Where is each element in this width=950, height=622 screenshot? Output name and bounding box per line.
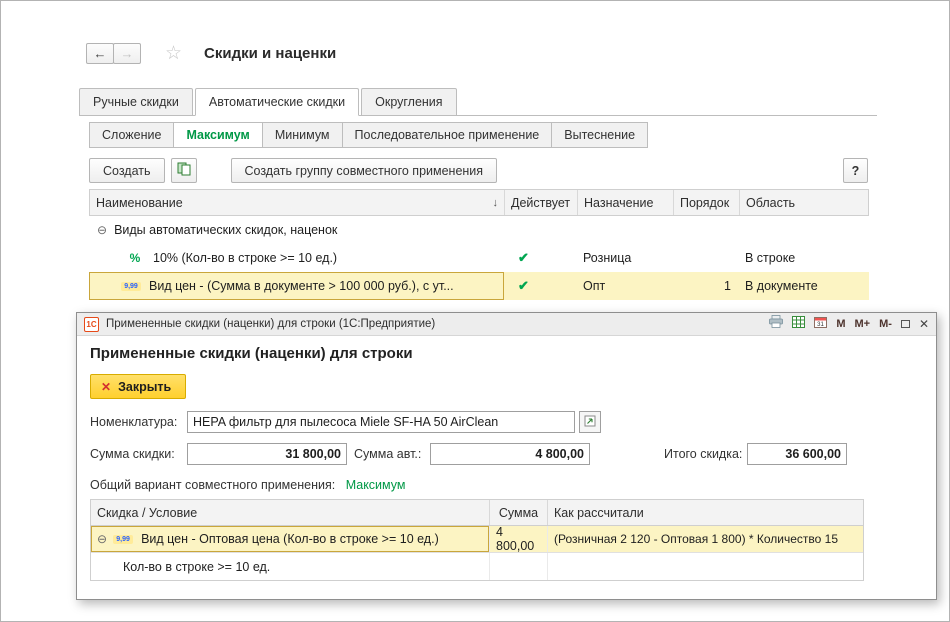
nomenclature-input[interactable]: [187, 411, 575, 433]
discount-sum-label: Сумма скидки:: [90, 447, 175, 461]
table-icon[interactable]: [792, 315, 805, 333]
joint-variant-label: Общий вариант совместного применения:: [90, 478, 335, 492]
maximize-icon[interactable]: [901, 320, 910, 328]
check-icon: ✔: [518, 278, 529, 294]
1c-logo-icon: 1С: [84, 317, 99, 332]
order-cell: [673, 244, 739, 272]
column-header-sum[interactable]: Сумма: [490, 500, 548, 525]
discounts-list-header: Наименование ↓ Действует Назначение Поря…: [89, 189, 869, 216]
name-cell: 9,99 Вид цен - (Сумма в документе > 100 …: [89, 272, 504, 300]
price-type-icon: 9,99: [121, 282, 141, 291]
check-icon: ✔: [518, 250, 529, 266]
column-header-purpose[interactable]: Назначение: [578, 190, 674, 215]
active-cell: ✔: [504, 272, 577, 300]
back-button[interactable]: ←: [86, 43, 114, 64]
copy-icon: [177, 162, 191, 179]
create-joint-group-button[interactable]: Создать группу совместного применения: [231, 158, 498, 183]
page-title: Скидки и наценки: [204, 45, 336, 62]
calc-cell: (Розничная 2 120 - Оптовая 1 800) * Коли…: [548, 526, 863, 552]
print-icon[interactable]: [769, 315, 783, 333]
dialog-title: Примененные скидки (наценки) для строки …: [106, 318, 435, 330]
svg-text:31: 31: [818, 322, 825, 328]
collapse-icon[interactable]: ⊖: [97, 532, 107, 546]
memory-button[interactable]: М: [836, 318, 845, 330]
main-tabs: Ручные скидки Автоматические скидки Окру…: [79, 88, 877, 116]
group-row-label: Виды автоматических скидок, наценок: [114, 223, 337, 237]
collapse-icon[interactable]: ⊖: [97, 223, 107, 237]
scope-cell: В строке: [739, 244, 869, 272]
sums-row: Сумма скидки: Сумма авт.: Итого скидка:: [90, 443, 910, 465]
applied-table-header: Скидка / Условие Сумма Как рассчитали: [91, 500, 863, 526]
subtab-maximum[interactable]: Максимум: [173, 122, 262, 148]
applied-discounts-dialog: 1С Примененные скидки (наценки) для стро…: [76, 312, 937, 600]
total-discount-input[interactable]: [747, 443, 847, 465]
open-icon: [584, 415, 596, 430]
condition-cell: Кол-во в строке >= 10 ед.: [91, 553, 490, 580]
order-cell: 1: [673, 272, 739, 300]
tab-rounding[interactable]: Округления: [361, 88, 456, 116]
open-nomenclature-button[interactable]: [579, 411, 601, 433]
purpose-cell: Опт: [577, 272, 673, 300]
forward-button[interactable]: →: [113, 43, 141, 64]
titlebar-buttons: 31 М М+ М- ✕: [769, 315, 929, 333]
column-header-order[interactable]: Порядок: [674, 190, 740, 215]
column-header-calc[interactable]: Как рассчитали: [548, 500, 863, 525]
sum-cell: [490, 553, 548, 580]
joint-variant-row: Общий вариант совместного применения: Ма…: [90, 478, 405, 492]
memory-minus-button[interactable]: М-: [879, 318, 892, 330]
table-row-selected[interactable]: 9,99 Вид цен - (Сумма в документе > 100 …: [89, 272, 869, 300]
table-row-selected[interactable]: ⊖ 9,99 Вид цен - Оптовая цена (Кол-во в …: [91, 526, 863, 553]
memory-plus-button[interactable]: М+: [855, 318, 871, 330]
name-cell: % 10% (Кол-во в строке >= 10 ед.): [89, 244, 504, 272]
tab-manual-discounts[interactable]: Ручные скидки: [79, 88, 193, 116]
purpose-cell: Розница: [577, 244, 673, 272]
condition-cell: ⊖ 9,99 Вид цен - Оптовая цена (Кол-во в …: [91, 526, 490, 552]
subtab-sequential[interactable]: Последовательное применение: [342, 122, 553, 148]
help-button[interactable]: ?: [843, 158, 868, 183]
price-type-icon: 9,99: [113, 535, 133, 544]
app-window: ← → ☆ Скидки и наценки Ручные скидки Авт…: [0, 0, 950, 622]
top-navigation: ← → ☆ Скидки и наценки: [86, 42, 336, 65]
nomenclature-row: Номенклатура:: [90, 411, 601, 433]
table-row[interactable]: Кол-во в строке >= 10 ед.: [91, 553, 863, 580]
subtab-minimum[interactable]: Минимум: [262, 122, 343, 148]
close-icon[interactable]: ✕: [919, 318, 929, 330]
tab-automatic-discounts[interactable]: Автоматические скидки: [195, 88, 359, 116]
table-row[interactable]: % 10% (Кол-во в строке >= 10 ед.) ✔ Розн…: [89, 244, 869, 272]
applied-discounts-table: Скидка / Условие Сумма Как рассчитали ⊖ …: [90, 499, 864, 581]
close-dialog-button[interactable]: ✕ Закрыть: [90, 374, 186, 399]
dialog-heading: Примененные скидки (наценки) для строки: [90, 345, 413, 362]
discount-sum-input[interactable]: [187, 443, 347, 465]
active-cell: ✔: [504, 244, 577, 272]
back-icon: ←: [94, 46, 107, 61]
percent-discount-icon: %: [125, 251, 145, 265]
calendar-icon[interactable]: 31: [814, 315, 827, 333]
column-header-active[interactable]: Действует: [505, 190, 578, 215]
scope-cell: В документе: [739, 272, 869, 300]
nomenclature-label: Номенклатура:: [90, 415, 187, 429]
sort-desc-icon: ↓: [493, 197, 499, 209]
subtab-addition[interactable]: Сложение: [89, 122, 174, 148]
calc-cell: [548, 553, 863, 580]
dialog-titlebar[interactable]: 1С Примененные скидки (наценки) для стро…: [77, 313, 936, 336]
joint-application-switch: Сложение Максимум Минимум Последовательн…: [89, 122, 648, 148]
joint-variant-value: Максимум: [346, 478, 406, 492]
list-toolbar: Создать Создать группу совместного приме…: [89, 158, 497, 183]
copy-button[interactable]: [171, 158, 197, 183]
subtab-displacement[interactable]: Вытеснение: [551, 122, 648, 148]
total-discount-label: Итого скидка:: [664, 447, 742, 461]
create-button[interactable]: Создать: [89, 158, 165, 183]
column-header-condition[interactable]: Скидка / Условие: [91, 500, 490, 525]
dialog-body: Примененные скидки (наценки) для строки …: [77, 336, 936, 599]
discounts-list: Наименование ↓ Действует Назначение Поря…: [89, 189, 869, 300]
close-x-icon: ✕: [101, 380, 111, 394]
group-row[interactable]: ⊖ Виды автоматических скидок, наценок: [89, 216, 869, 244]
auto-sum-input[interactable]: [430, 443, 590, 465]
sum-cell: 4 800,00: [490, 526, 548, 552]
auto-sum-label: Сумма авт.:: [354, 447, 421, 461]
forward-icon: →: [121, 46, 134, 61]
column-header-name[interactable]: Наименование ↓: [90, 190, 505, 215]
column-header-scope[interactable]: Область: [740, 190, 868, 215]
favorite-star-icon[interactable]: ☆: [165, 42, 182, 65]
